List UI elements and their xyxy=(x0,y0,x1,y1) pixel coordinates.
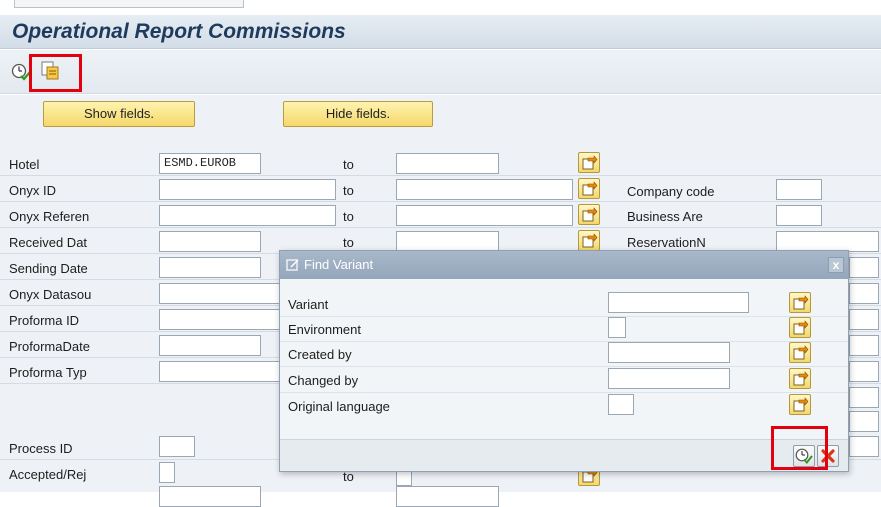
process-id-label: Process ID xyxy=(9,441,73,456)
business-area-field[interactable] xyxy=(776,205,822,226)
accepted-rejected-label: Accepted/Rej xyxy=(9,467,87,482)
dialog-edit-icon xyxy=(286,258,300,275)
variant-label: Variant xyxy=(288,297,329,312)
next-row-to-field[interactable] xyxy=(396,486,499,507)
row-divider xyxy=(0,175,881,176)
business-area-label: Business Are xyxy=(627,209,703,224)
sending-date-from-field[interactable] xyxy=(159,257,261,278)
company-code-field[interactable] xyxy=(776,179,822,200)
onyx-datasource-label: Onyx Datasou xyxy=(9,287,92,302)
received-date-multiple-selection-button[interactable] xyxy=(578,230,600,251)
reservation-number-field[interactable] xyxy=(776,231,879,252)
environment-input[interactable] xyxy=(608,317,626,338)
received-date-to-field[interactable] xyxy=(396,231,499,252)
proforma-date-label: ProformaDate xyxy=(9,339,90,354)
received-date-label: Received Dat xyxy=(9,235,88,250)
show-fields-button[interactable]: Show fields. xyxy=(43,101,195,127)
accepted-rejected-checkbox[interactable] xyxy=(159,462,175,483)
close-icon[interactable]: x xyxy=(828,257,844,273)
dialog-row-divider xyxy=(280,316,848,317)
dialog-title-bar[interactable]: Find Variant x xyxy=(280,251,848,279)
right-edge-field[interactable] xyxy=(849,387,879,408)
dialog-row-divider xyxy=(280,366,848,367)
onyx-id-multiple-selection-button[interactable] xyxy=(578,178,600,199)
right-edge-field[interactable] xyxy=(849,335,879,356)
hotel-to-field[interactable] xyxy=(396,153,499,174)
find-variant-dialog: Find Variant x Variant Environment Creat… xyxy=(279,250,849,472)
proforma-id-label: Proforma ID xyxy=(9,313,80,328)
proforma-date-from-field[interactable] xyxy=(159,335,261,356)
top-strip xyxy=(0,0,881,15)
company-code-label: Company code xyxy=(627,184,715,199)
environment-multiple-selection-button[interactable] xyxy=(789,317,811,338)
title-bar: Operational Report Commissions xyxy=(0,15,881,49)
row-divider xyxy=(0,227,881,228)
hotel-from-field[interactable]: ESMD.EUROB xyxy=(159,153,261,174)
created-by-label: Created by xyxy=(288,347,352,362)
changed-by-input[interactable] xyxy=(608,368,730,389)
received-date-from-field[interactable] xyxy=(159,231,261,252)
dialog-row-divider xyxy=(280,392,848,393)
row-divider xyxy=(0,201,881,202)
page-title: Operational Report Commissions xyxy=(12,20,346,43)
original-language-input[interactable] xyxy=(608,394,634,415)
changed-by-label: Changed by xyxy=(288,373,359,388)
right-edge-field[interactable] xyxy=(849,257,879,278)
onyx-reference-multiple-selection-button[interactable] xyxy=(578,204,600,225)
onyx-id-from-field[interactable] xyxy=(159,179,336,200)
onyx-reference-from-field[interactable] xyxy=(159,205,336,226)
right-edge-field[interactable] xyxy=(849,361,879,382)
hotel-label: Hotel xyxy=(9,157,40,172)
proforma-type-label: Proforma Typ xyxy=(9,365,87,380)
onyx-id-to-label: to xyxy=(343,183,354,198)
changed-by-multiple-selection-button[interactable] xyxy=(789,368,811,389)
onyx-reference-label: Onyx Referen xyxy=(9,209,90,224)
original-language-multiple-selection-button[interactable] xyxy=(789,394,811,415)
sending-date-label: Sending Date xyxy=(9,261,88,276)
variant-multiple-selection-button[interactable] xyxy=(789,292,811,313)
application-toolbar xyxy=(0,50,881,94)
dialog-title: Find Variant xyxy=(304,257,374,272)
dialog-footer xyxy=(280,439,848,471)
original-language-label: Original language xyxy=(288,399,390,414)
process-id-field[interactable] xyxy=(159,436,195,457)
received-date-to-label: to xyxy=(343,235,354,250)
onyx-reference-to-field[interactable] xyxy=(396,205,573,226)
next-row-field[interactable] xyxy=(159,486,261,507)
dialog-row-divider xyxy=(280,341,848,342)
right-edge-field[interactable] xyxy=(849,309,879,330)
onyx-id-to-field[interactable] xyxy=(396,179,573,200)
onyx-reference-to-label: to xyxy=(343,209,354,224)
environment-label: Environment xyxy=(288,322,361,337)
right-edge-field[interactable] xyxy=(849,283,879,304)
reservation-number-label: ReservationN xyxy=(627,235,706,250)
hotel-to-label: to xyxy=(343,157,354,172)
variant-input[interactable] xyxy=(608,292,749,313)
created-by-input[interactable] xyxy=(608,342,730,363)
right-edge-field[interactable] xyxy=(849,436,879,457)
right-edge-field[interactable] xyxy=(849,411,879,432)
top-tab xyxy=(14,0,244,8)
created-by-multiple-selection-button[interactable] xyxy=(789,342,811,363)
highlight-box-dialog-buttons xyxy=(771,426,828,470)
hide-fields-button[interactable]: Hide fields. xyxy=(283,101,433,127)
hotel-multiple-selection-button[interactable] xyxy=(578,152,600,173)
highlight-box-toolbar xyxy=(29,54,82,92)
onyx-id-label: Onyx ID xyxy=(9,183,56,198)
